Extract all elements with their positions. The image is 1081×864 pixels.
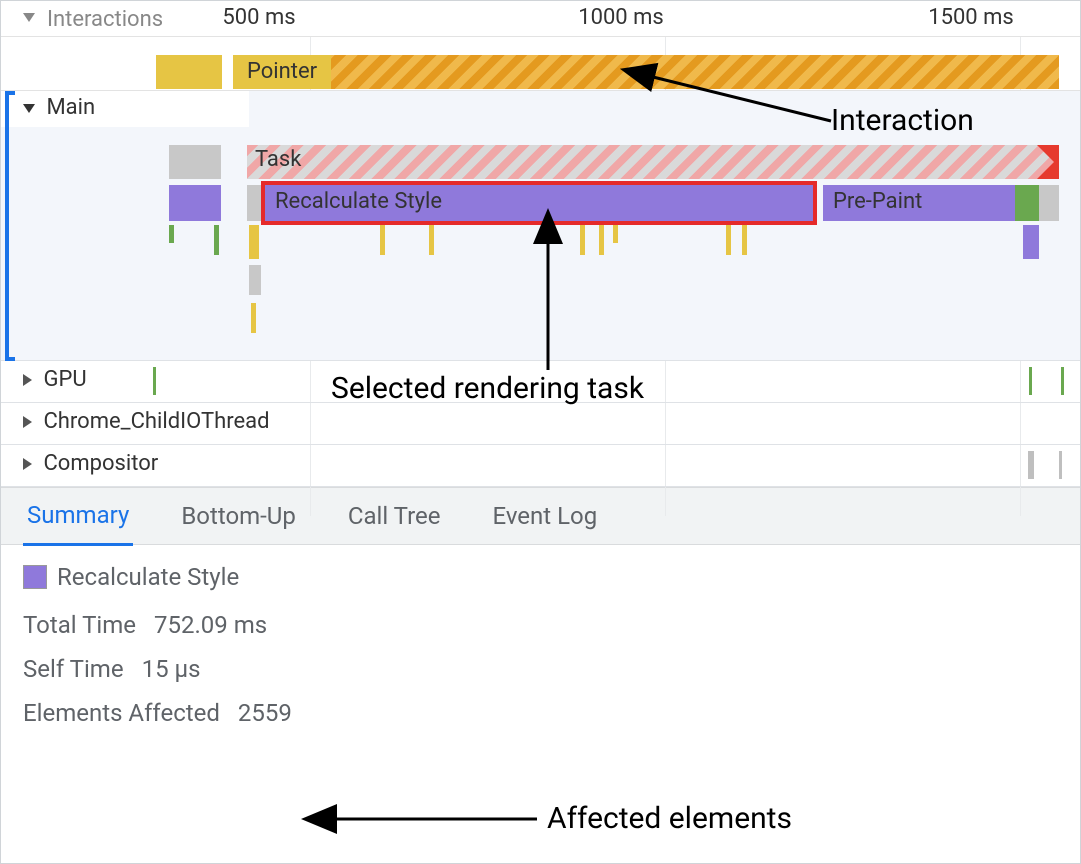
paint-tick	[214, 225, 219, 255]
interactions-track[interactable]: Pointer	[1, 37, 1080, 91]
thread-bracket-icon	[5, 91, 17, 361]
pre-paint-bar[interactable]: Pre-Paint	[823, 185, 1015, 221]
main-label-text: Main	[46, 95, 95, 120]
gpu-tick	[1061, 367, 1064, 395]
interaction-pre-segment[interactable]	[156, 55, 222, 89]
task-bar[interactable]: Task	[247, 145, 1059, 179]
ruler-tick: 1000 ms	[578, 5, 664, 30]
summary-event-title: Recalculate Style	[57, 563, 239, 591]
tab-call-tree[interactable]: Call Tree	[344, 488, 445, 544]
main-track-label[interactable]: Main	[1, 91, 249, 127]
interaction-bar[interactable]	[233, 55, 1059, 89]
gpu-track[interactable]: GPU	[1, 361, 1080, 403]
compositor-label: Compositor	[43, 451, 158, 476]
expand-icon[interactable]	[23, 458, 32, 470]
chrome-io-track[interactable]: Chrome_ChildIOThread	[1, 403, 1080, 445]
script-tick	[249, 225, 259, 259]
script-tick	[251, 303, 256, 333]
arrow-icon	[317, 807, 543, 831]
gpu-tick	[1029, 367, 1032, 395]
ruler-tick: 1500 ms	[928, 5, 1014, 30]
script-tick	[613, 225, 618, 243]
self-time-key: Self Time	[23, 655, 124, 683]
compositor-track[interactable]: Compositor	[1, 445, 1080, 487]
timeline-ruler[interactable]: Interactions 500 ms 1000 ms 1500 ms	[1, 1, 1080, 37]
script-tick	[599, 225, 604, 255]
compositor-tick	[1059, 451, 1062, 479]
compositor-tick	[1028, 451, 1034, 479]
tab-bottom-up[interactable]: Bottom-Up	[177, 488, 300, 544]
gpu-label: GPU	[43, 367, 86, 392]
task-grey-segment[interactable]	[247, 185, 261, 221]
collapse-icon[interactable]	[23, 13, 35, 22]
task-label: Task	[255, 147, 301, 172]
task-grey-segment[interactable]	[1039, 185, 1059, 221]
tab-event-log[interactable]: Event Log	[488, 488, 601, 544]
chrome-io-label: Chrome_ChildIOThread	[43, 409, 269, 434]
elements-affected-val: 2559	[238, 699, 292, 727]
task-grey-segment[interactable]	[169, 145, 221, 179]
rendering-segment[interactable]	[169, 185, 221, 221]
script-tick	[580, 225, 585, 255]
task-tick	[249, 265, 261, 295]
total-time-val: 752.09 ms	[154, 611, 267, 639]
expand-icon[interactable]	[23, 416, 32, 428]
collapse-icon[interactable]	[23, 104, 35, 113]
tab-summary[interactable]: Summary	[23, 487, 133, 546]
script-tick	[726, 225, 731, 255]
pointer-label: Pointer	[233, 55, 331, 89]
prepaint-label: Pre-Paint	[833, 189, 922, 214]
script-tick	[742, 225, 747, 255]
self-time-val: 15 µs	[142, 655, 201, 683]
gpu-tick	[153, 367, 156, 395]
script-tick	[380, 225, 385, 255]
paint-segment[interactable]	[1015, 185, 1039, 221]
recalc-label: Recalculate Style	[275, 189, 442, 214]
summary-panel: Recalculate Style Total Time 752.09 ms S…	[1, 545, 1080, 745]
ruler-tick: 500 ms	[222, 5, 295, 30]
annotation-affected: Affected elements	[547, 801, 792, 836]
event-color-swatch	[23, 565, 47, 589]
total-time-key: Total Time	[23, 611, 136, 639]
main-track[interactable]: Main Task Recalculate Style Pre-Paint	[1, 91, 1080, 361]
interactions-track-label: Interactions	[47, 7, 163, 32]
long-task-warning-icon	[1037, 157, 1059, 179]
recalculate-style-bar[interactable]: Recalculate Style	[265, 185, 813, 221]
rendering-tick	[1023, 225, 1039, 259]
elements-affected-key: Elements Affected	[23, 699, 220, 727]
paint-tick	[169, 225, 174, 243]
script-tick	[429, 225, 434, 255]
expand-icon[interactable]	[23, 374, 32, 386]
details-tabs: Summary Bottom-Up Call Tree Event Log	[1, 487, 1080, 545]
